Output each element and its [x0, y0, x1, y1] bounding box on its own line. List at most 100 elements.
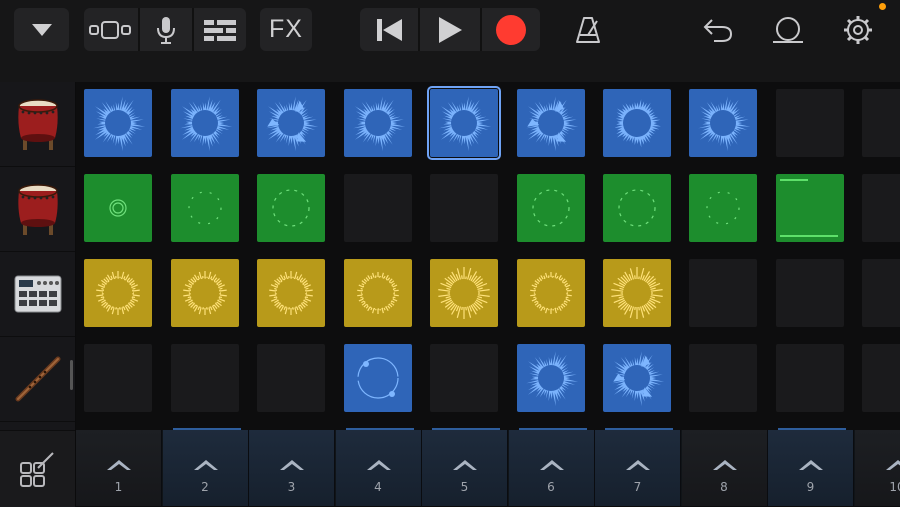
live-loops-grid — [76, 82, 900, 430]
loop-cell[interactable] — [257, 174, 325, 242]
metronome-icon — [573, 15, 603, 45]
fx-label: FX — [269, 15, 303, 44]
tracks-view-button[interactable] — [194, 8, 246, 51]
loop-waveform-icon — [344, 259, 412, 327]
empty-loop-cell[interactable] — [689, 259, 757, 327]
loop-waveform-icon — [344, 89, 412, 157]
loop-cell[interactable] — [344, 259, 412, 327]
loop-cell[interactable] — [171, 259, 239, 327]
top-toolbar: FX — [0, 0, 900, 82]
edit-cells-button[interactable] — [0, 430, 75, 507]
loop-waveform-icon — [603, 344, 671, 412]
undo-button[interactable] — [698, 8, 738, 51]
gear-icon — [842, 14, 874, 46]
loop-waveform-icon — [171, 259, 239, 327]
scene-trigger-9[interactable]: 9 — [768, 430, 854, 506]
loop-waveform-icon — [517, 259, 585, 327]
loop-waveform-icon — [603, 89, 671, 157]
track-header-flute[interactable] — [0, 337, 75, 422]
transport-group — [360, 8, 540, 51]
loop-cell[interactable] — [84, 174, 152, 242]
chevron-up-icon — [451, 458, 479, 472]
empty-loop-cell[interactable] — [862, 174, 900, 242]
loop-cell[interactable] — [603, 89, 671, 157]
chevron-up-icon — [105, 458, 133, 472]
empty-loop-cell[interactable] — [776, 259, 844, 327]
loop-cell[interactable] — [430, 89, 498, 157]
chevron-up-icon — [711, 458, 739, 472]
loop-cell[interactable] — [603, 259, 671, 327]
chevron-up-icon — [365, 458, 393, 472]
loop-cell[interactable] — [257, 89, 325, 157]
track-header-taiko-1[interactable] — [0, 82, 75, 167]
loop-cell[interactable] — [517, 174, 585, 242]
loop-cell[interactable] — [517, 344, 585, 412]
chevron-up-icon — [797, 458, 825, 472]
notification-dot — [879, 3, 886, 10]
loop-cell[interactable] — [689, 89, 757, 157]
chevron-up-icon — [884, 458, 900, 472]
scene-trigger-6[interactable]: 6 — [509, 430, 595, 506]
loop-cell[interactable] — [689, 174, 757, 242]
scene-number: 5 — [422, 480, 507, 494]
settings-button[interactable] — [838, 8, 878, 51]
play-button[interactable] — [420, 8, 480, 51]
scene-trigger-2[interactable]: 2 — [163, 430, 249, 506]
record-icon — [494, 13, 528, 47]
empty-loop-cell[interactable] — [862, 344, 900, 412]
loop-cell[interactable] — [603, 174, 671, 242]
loop-cell[interactable] — [171, 174, 239, 242]
scene-trigger-8[interactable]: 8 — [682, 430, 768, 506]
loop-cell[interactable] — [344, 344, 412, 412]
loop-cell[interactable] — [171, 89, 239, 157]
microphone-button[interactable] — [140, 8, 192, 51]
loop-cell[interactable] — [344, 89, 412, 157]
loop-waveform-icon — [517, 89, 585, 157]
loop-waveform-icon — [84, 174, 152, 242]
loop-waveform-icon — [603, 259, 671, 327]
loop-cell[interactable] — [517, 259, 585, 327]
loop-waveform-icon — [84, 89, 152, 157]
scene-number: 4 — [336, 480, 421, 494]
scene-number: 10 — [855, 480, 900, 494]
metronome-button[interactable] — [568, 8, 608, 51]
empty-loop-cell[interactable] — [257, 344, 325, 412]
scene-trigger-10[interactable]: 10 — [855, 430, 900, 506]
loop-cell[interactable] — [776, 174, 844, 242]
scene-trigger-1[interactable]: 1 — [76, 430, 162, 506]
track-header-drum-machine[interactable] — [0, 252, 75, 337]
empty-loop-cell[interactable] — [344, 174, 412, 242]
loop-waveform-icon — [776, 174, 844, 242]
empty-loop-cell[interactable] — [430, 174, 498, 242]
dropdown-menu-button[interactable] — [14, 8, 69, 51]
fx-button[interactable]: FX — [260, 8, 312, 51]
track-header-taiko-2[interactable] — [0, 167, 75, 252]
scene-trigger-7[interactable]: 7 — [595, 430, 681, 506]
loop-cell[interactable] — [84, 259, 152, 327]
loop-cell[interactable] — [603, 344, 671, 412]
loop-icon — [770, 15, 806, 45]
empty-loop-cell[interactable] — [171, 344, 239, 412]
scene-trigger-4[interactable]: 4 — [336, 430, 422, 506]
record-button[interactable] — [482, 8, 540, 51]
empty-loop-cell[interactable] — [689, 344, 757, 412]
empty-loop-cell[interactable] — [776, 344, 844, 412]
loop-cell[interactable] — [430, 259, 498, 327]
empty-loop-cell[interactable] — [84, 344, 152, 412]
empty-loop-cell[interactable] — [862, 259, 900, 327]
loop-cell[interactable] — [84, 89, 152, 157]
loop-cell[interactable] — [257, 259, 325, 327]
loop-waveform-icon — [257, 174, 325, 242]
empty-loop-cell[interactable] — [862, 89, 900, 157]
empty-loop-cell[interactable] — [776, 89, 844, 157]
empty-loop-cell[interactable] — [430, 344, 498, 412]
scene-number: 2 — [163, 480, 248, 494]
chevron-up-icon — [624, 458, 652, 472]
scene-trigger-bar: 12345678910 — [76, 430, 900, 506]
scene-trigger-3[interactable]: 3 — [249, 430, 335, 506]
loop-cell[interactable] — [517, 89, 585, 157]
view-toggle-button[interactable] — [84, 8, 138, 51]
go-to-beginning-button[interactable] — [360, 8, 418, 51]
loop-browser-button[interactable] — [768, 8, 808, 51]
scene-trigger-5[interactable]: 5 — [422, 430, 508, 506]
